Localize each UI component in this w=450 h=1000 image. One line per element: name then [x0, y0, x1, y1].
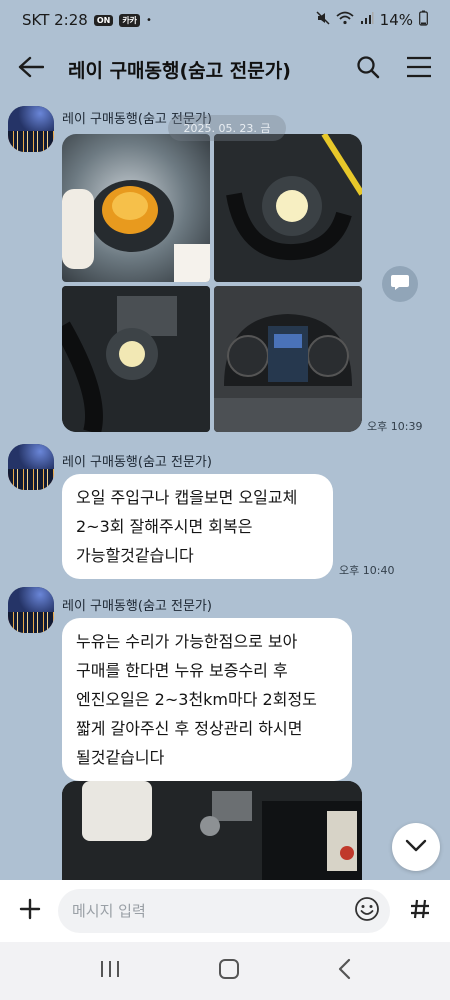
share-icon: [390, 273, 410, 295]
sender-name: 레이 구매동행(숨고 전문가): [62, 455, 212, 470]
system-nav-bar: [0, 942, 450, 1000]
battery-icon: [419, 10, 428, 30]
attach-button[interactable]: [10, 891, 50, 931]
status-dot: •: [146, 14, 152, 26]
chat-header: 레이 구매동행(숨고 전문가): [0, 40, 450, 98]
message-time: 오후 10:40: [339, 564, 395, 577]
hash-button[interactable]: [400, 891, 440, 931]
mute-icon: [316, 11, 330, 29]
photo-engine-bay-2[interactable]: [62, 286, 210, 432]
message-bubble[interactable]: 오일 주입구나 캡을보면 오일교체 2~3회 잘해주시면 회복은 가능할것같습니…: [62, 474, 333, 579]
status-time: SKT 2:28: [22, 11, 88, 29]
battery-text: 14%: [379, 11, 413, 29]
hash-icon: [409, 898, 431, 924]
photo-oil-cap[interactable]: [62, 134, 210, 282]
avatar[interactable]: [8, 106, 54, 152]
photo-engine-bay-1[interactable]: [214, 134, 362, 282]
back-arrow-icon[interactable]: [18, 56, 45, 82]
plus-icon: [19, 898, 41, 924]
chat-area[interactable]: 레이 구매동행(숨고 전문가) 2025. 05. 23. 금 오후 10:39…: [0, 98, 450, 880]
signal-icon: [360, 11, 374, 29]
search-icon[interactable]: [356, 55, 380, 83]
home-icon[interactable]: [218, 958, 240, 984]
share-button[interactable]: [382, 266, 418, 302]
avatar[interactable]: [8, 587, 54, 633]
status-badge-on: ON: [93, 14, 114, 26]
status-badge-kakao: 카카: [119, 13, 141, 27]
message-field[interactable]: [58, 889, 390, 933]
message-bubble[interactable]: 누유는 수리가 가능한점으로 보아 구매를 한다면 누유 보증수리 후 엔진오일…: [62, 618, 352, 781]
message-input-bar: [0, 880, 450, 942]
chevron-down-icon: [405, 838, 427, 857]
message-input[interactable]: [72, 902, 354, 920]
message-time: 오후 10:39: [367, 420, 423, 433]
avatar[interactable]: [8, 444, 54, 490]
date-label: 2025. 05. 23. 금: [168, 115, 286, 141]
chat-title: 레이 구매동행(숨고 전문가): [68, 59, 291, 82]
recent-apps-icon[interactable]: [99, 959, 121, 983]
scroll-down-button[interactable]: [392, 823, 440, 871]
back-nav-icon[interactable]: [337, 958, 351, 984]
photo-engine-bay-3[interactable]: [62, 781, 362, 880]
photo-dashboard[interactable]: [214, 286, 362, 432]
photo-album[interactable]: [62, 134, 362, 432]
sender-name: 레이 구매동행(숨고 전문가): [62, 599, 212, 614]
wifi-icon: [336, 11, 354, 29]
emoji-icon[interactable]: [354, 896, 380, 926]
menu-icon[interactable]: [406, 56, 432, 82]
status-bar: SKT 2:28 ON 카카 • 14%: [0, 0, 450, 40]
